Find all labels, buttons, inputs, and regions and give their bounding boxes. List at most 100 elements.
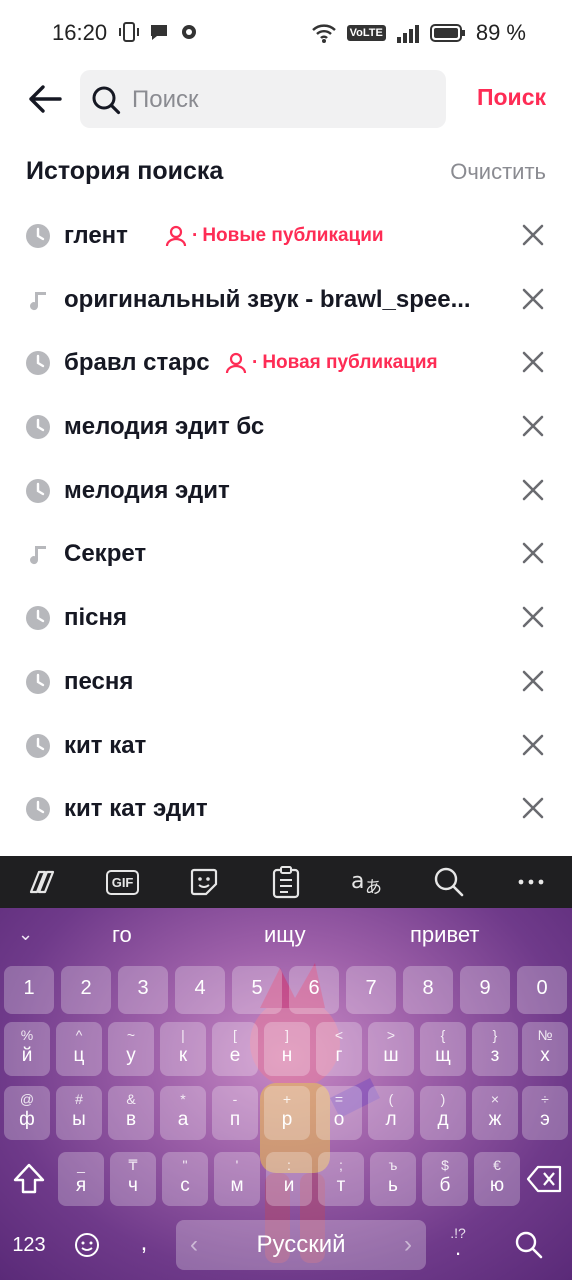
key-с[interactable]: " с — [162, 1152, 208, 1206]
key-т[interactable]: ; т — [318, 1152, 364, 1206]
history-item[interactable]: мелодия эдит бс — [0, 395, 572, 459]
copilot-icon[interactable] — [21, 862, 61, 902]
wifi-icon — [311, 24, 336, 43]
suggestion[interactable]: ищу — [264, 922, 306, 948]
key-и[interactable]: :и — [266, 1152, 312, 1206]
close-icon[interactable] — [520, 286, 546, 312]
close-icon[interactable] — [520, 668, 546, 694]
key-н[interactable]: ] н — [264, 1022, 310, 1076]
close-icon[interactable] — [520, 222, 546, 248]
clipboard-icon[interactable] — [266, 862, 306, 902]
key-й[interactable]: % й — [4, 1022, 50, 1076]
search-button[interactable]: Поиск — [477, 84, 546, 111]
key-9[interactable]: 9 — [460, 966, 510, 1014]
key-6[interactable]: 6 — [289, 966, 339, 1014]
key-щ[interactable]: {щ — [420, 1022, 466, 1076]
search-icon[interactable] — [429, 862, 469, 902]
key-2[interactable]: 2 — [61, 966, 111, 1014]
key-е[interactable]: [е — [212, 1022, 258, 1076]
key-у[interactable]: ~ у — [108, 1022, 154, 1076]
search-icon — [92, 86, 121, 115]
history-item[interactable]: мелодия эдит — [0, 459, 572, 523]
history-item[interactable]: глент · Новые публикации — [0, 204, 572, 268]
close-icon[interactable] — [520, 604, 546, 630]
keyboard-toolbar: GIF aあ — [0, 856, 572, 908]
key-х[interactable]: № х — [522, 1022, 568, 1076]
comma-key[interactable]: , — [120, 1220, 168, 1270]
key-ш[interactable]: > ш — [368, 1022, 414, 1076]
clear-history-button[interactable]: Очистить — [450, 159, 546, 185]
shift-key[interactable] — [4, 1152, 54, 1206]
key-8[interactable]: 8 — [403, 966, 453, 1014]
key-п[interactable]: -п — [212, 1086, 258, 1140]
history-item[interactable]: кит кат эдит — [0, 777, 572, 841]
history-item-text: оригинальный звук - brawl_spee... — [64, 285, 471, 313]
close-icon[interactable] — [520, 477, 546, 503]
key-я[interactable]: _ я — [58, 1152, 104, 1206]
history-item[interactable]: песня — [0, 650, 572, 714]
key-р[interactable]: + р — [264, 1086, 310, 1140]
clock-icon — [26, 797, 50, 822]
user-icon — [225, 353, 247, 374]
chevron-right-icon: › — [404, 1231, 412, 1258]
chevron-left-icon: ‹ — [190, 1231, 198, 1258]
backspace-key[interactable] — [522, 1152, 568, 1206]
gear-icon — [182, 25, 196, 39]
key-1[interactable]: 1 — [4, 966, 54, 1014]
more-icon[interactable] — [511, 862, 551, 902]
space-key[interactable]: ‹ Русский › — [176, 1220, 426, 1270]
key-4[interactable]: 4 — [175, 966, 225, 1014]
music-note-icon — [30, 291, 46, 310]
key-ы[interactable]: # ы — [56, 1086, 102, 1140]
search-key[interactable] — [504, 1220, 554, 1270]
key-5[interactable]: 5 — [232, 966, 282, 1014]
key-ф[interactable]: @ ф — [4, 1086, 50, 1140]
new-post-badge: · Новая публикация — [224, 351, 438, 375]
chevron-down-icon[interactable]: ⌄ — [18, 924, 33, 945]
search-input[interactable]: Поиск — [80, 70, 446, 128]
gif-icon[interactable]: GIF — [103, 862, 143, 902]
translate-icon[interactable]: aあ — [348, 862, 388, 902]
close-icon[interactable] — [520, 732, 546, 758]
close-icon[interactable] — [520, 413, 546, 439]
key-а[interactable]: * а — [160, 1086, 206, 1140]
key-э[interactable]: ÷ э — [522, 1086, 568, 1140]
close-icon[interactable] — [520, 540, 546, 566]
key-л[interactable]: (л — [368, 1086, 414, 1140]
key-б[interactable]: $ б — [422, 1152, 468, 1206]
suggestion[interactable]: го — [112, 922, 132, 948]
key-в[interactable]: & в — [108, 1086, 154, 1140]
numbers-toggle-key[interactable]: 123 — [4, 1220, 54, 1270]
period-key[interactable]: .!? . — [432, 1220, 484, 1270]
key-ч[interactable]: ₸ ч — [110, 1152, 156, 1206]
sticker-icon[interactable] — [184, 862, 224, 902]
key-д[interactable]: ) д — [420, 1086, 466, 1140]
volte-badge: VoLTE — [346, 25, 386, 41]
close-icon[interactable] — [520, 795, 546, 821]
key-3[interactable]: 3 — [118, 966, 168, 1014]
key-0[interactable]: 0 — [517, 966, 567, 1014]
close-icon[interactable] — [520, 349, 546, 375]
svg-text:a: a — [351, 869, 364, 894]
key-ь[interactable]: ъь — [370, 1152, 416, 1206]
key-7[interactable]: 7 — [346, 966, 396, 1014]
history-item-text: Секрет — [64, 540, 147, 568]
key-ц[interactable]: ^ ц — [56, 1022, 102, 1076]
key-о[interactable]: = о — [316, 1086, 362, 1140]
history-item[interactable]: оригинальный звук - brawl_spee... — [0, 268, 572, 332]
emoji-key[interactable] — [62, 1220, 112, 1270]
keyboard: ⌄ го ищу привет 1 2 3 4 5 6 7 8 9 0 % й ^… — [0, 908, 572, 1280]
history-item[interactable]: кит кат — [0, 714, 572, 778]
key-к[interactable]: | к — [160, 1022, 206, 1076]
back-arrow-icon[interactable] — [26, 80, 64, 118]
key-ж[interactable]: × ж — [472, 1086, 518, 1140]
key-ю[interactable]: € ю — [474, 1152, 520, 1206]
history-item[interactable]: пiсня — [0, 586, 572, 650]
history-item[interactable]: Секрет — [0, 522, 572, 586]
suggestion[interactable]: привет — [410, 922, 479, 948]
history-item[interactable]: бравл старс · Новая публикация — [0, 331, 572, 395]
key-з[interactable]: } з — [472, 1022, 518, 1076]
search-icon — [515, 1231, 543, 1259]
key-м[interactable]: ' м — [214, 1152, 260, 1206]
key-г[interactable]: < г — [316, 1022, 362, 1076]
